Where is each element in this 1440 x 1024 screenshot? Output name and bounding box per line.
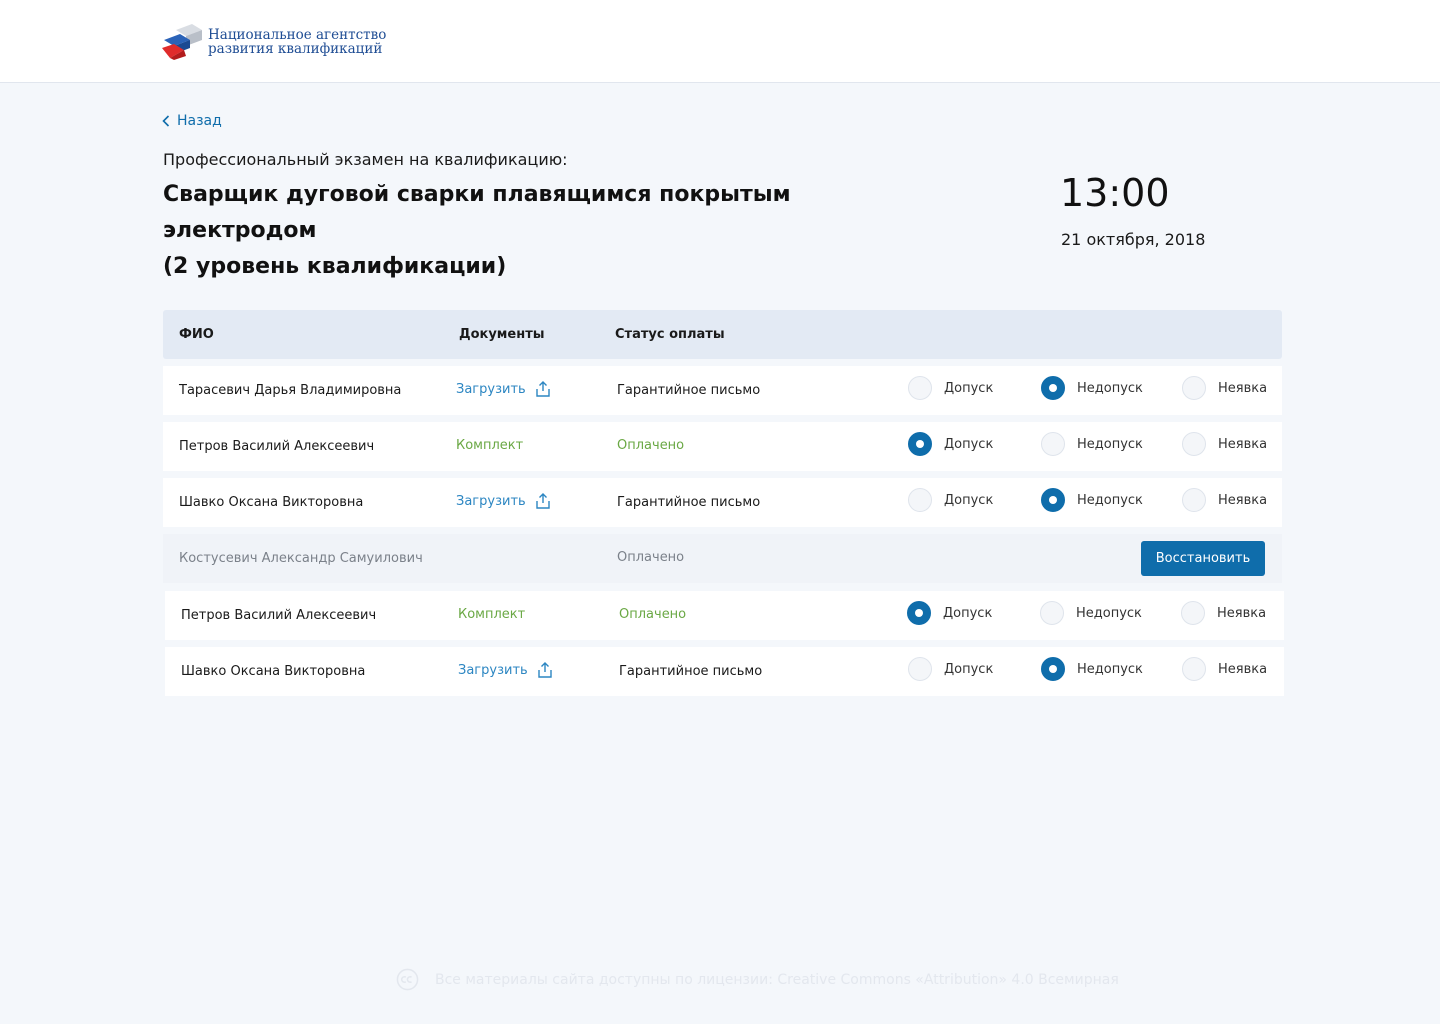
upload-icon [537, 662, 552, 678]
radio-circle [908, 488, 932, 512]
radio-deny[interactable]: Недопуск [1040, 601, 1142, 625]
radio-label: Недопуск [1077, 436, 1143, 452]
logo-line-2: развития квалификаций [208, 41, 383, 57]
upload-icon [535, 381, 550, 397]
candidate-name: Петров Василий Алексеевич [181, 608, 377, 623]
radio-circle [907, 601, 931, 625]
radio-label: Допуск [944, 436, 994, 452]
payment-status: Гарантийное письмо [617, 383, 761, 398]
exam-time: 13:00 [1060, 171, 1170, 215]
radio-circle [1182, 376, 1206, 400]
upload-documents-link[interactable]: Загрузить [458, 662, 552, 678]
radio-circle [908, 657, 932, 681]
table-row: Петров Василий Алексеевич Комплект Оплач… [165, 591, 1284, 640]
license-text: Все материалы сайта доступны по лицензии… [435, 971, 1119, 988]
top-bar: Национальное агентство развития квалифик… [0, 0, 1440, 83]
radio-label: Допуск [944, 380, 994, 396]
upload-documents-link[interactable]: Загрузить [456, 493, 550, 509]
radio-circle [1041, 488, 1065, 512]
creative-commons-icon [396, 968, 419, 991]
radio-deny[interactable]: Недопуск [1041, 488, 1143, 512]
payment-status: Оплачено [617, 550, 685, 565]
exam-title-line-1: Сварщик дуговой сварки плавящимся покрыт… [163, 182, 791, 243]
logo[interactable]: Национальное агентство развития квалифик… [162, 24, 386, 60]
upload-label: Загрузить [456, 493, 526, 509]
back-link[interactable]: Назад [162, 113, 222, 129]
column-header-payment: Статус оплаты [615, 327, 725, 342]
radio-admit[interactable]: Допуск [908, 376, 993, 400]
radio-admit[interactable]: Допуск [908, 488, 993, 512]
radio-label: Допуск [944, 492, 994, 508]
table-header: ФИО Документы Статус оплаты [163, 310, 1282, 359]
exam-subtitle: Профессиональный экзамен на квалификацию… [163, 150, 568, 169]
restore-button[interactable]: Восстановить [1141, 541, 1265, 576]
back-label: Назад [177, 113, 222, 129]
radio-deny[interactable]: Недопуск [1041, 376, 1143, 400]
radio-label: Недопуск [1077, 492, 1143, 508]
radio-admit[interactable]: Допуск [908, 657, 993, 681]
payment-status: Гарантийное письмо [619, 664, 763, 679]
radio-deny[interactable]: Недопуск [1041, 657, 1143, 681]
column-header-documents: Документы [459, 327, 545, 342]
candidate-name: Петров Василий Алексеевич [179, 439, 375, 454]
radio-label: Неявка [1218, 492, 1268, 508]
radio-admit[interactable]: Допуск [908, 432, 993, 456]
radio-circle [1041, 657, 1065, 681]
radio-circle [908, 432, 932, 456]
radio-absent[interactable]: Неявка [1182, 376, 1267, 400]
radio-absent[interactable]: Неявка [1182, 657, 1267, 681]
candidate-name: Шавко Оксана Викторовна [181, 664, 366, 679]
radio-deny[interactable]: Недопуск [1041, 432, 1143, 456]
upload-documents-link[interactable]: Загрузить [456, 381, 550, 397]
radio-absent[interactable]: Неявка [1182, 488, 1267, 512]
exam-title: Сварщик дуговой сварки плавящимся покрыт… [163, 177, 923, 285]
candidate-name: Костусевич Александр Самуилович [179, 551, 423, 566]
radio-absent[interactable]: Неявка [1181, 601, 1266, 625]
documents-status: Комплект [458, 607, 526, 622]
radio-circle [1041, 376, 1065, 400]
payment-status: Оплачено [619, 607, 687, 622]
radio-label: Допуск [943, 605, 993, 621]
upload-label: Загрузить [458, 662, 528, 678]
exam-date: 21 октября, 2018 [1061, 230, 1206, 249]
radio-label: Неявка [1217, 605, 1267, 621]
table-row: Тарасевич Дарья Владимировна Загрузить Г… [163, 366, 1282, 415]
table-row: Петров Василий Алексеевич Комплект Оплач… [163, 422, 1282, 471]
table-row: Шавко Оксана Викторовна Загрузить Гарант… [163, 478, 1282, 527]
radio-circle [1182, 488, 1206, 512]
candidate-name: Тарасевич Дарья Владимировна [179, 383, 402, 398]
footer-license: Все материалы сайта доступны по лицензии… [396, 968, 1119, 991]
logo-text: Национальное агентство развития квалифик… [208, 28, 386, 56]
radio-circle [908, 376, 932, 400]
logo-line-1: Национальное агентство [208, 27, 387, 43]
logo-icon [162, 24, 202, 60]
radio-label: Допуск [944, 661, 994, 677]
radio-label: Неявка [1218, 380, 1268, 396]
radio-circle [1181, 601, 1205, 625]
radio-label: Неявка [1218, 436, 1268, 452]
column-header-name: ФИО [179, 327, 214, 342]
radio-circle [1040, 601, 1064, 625]
radio-circle [1182, 657, 1206, 681]
chevron-left-icon [162, 115, 170, 127]
payment-status: Гарантийное письмо [617, 495, 761, 510]
exam-title-line-2: (2 уровень квалификации) [163, 254, 507, 279]
radio-label: Недопуск [1077, 380, 1143, 396]
candidate-name: Шавко Оксана Викторовна [179, 495, 364, 510]
documents-status: Комплект [456, 438, 524, 453]
radio-absent[interactable]: Неявка [1182, 432, 1267, 456]
radio-circle [1182, 432, 1206, 456]
radio-label: Недопуск [1077, 661, 1143, 677]
table-row: Шавко Оксана Викторовна Загрузить Гарант… [165, 647, 1284, 696]
radio-circle [1041, 432, 1065, 456]
table-row-removed: Костусевич Александр Самуилович Оплачено… [163, 534, 1282, 583]
upload-icon [535, 493, 550, 509]
radio-admit[interactable]: Допуск [907, 601, 992, 625]
radio-label: Недопуск [1076, 605, 1142, 621]
radio-label: Неявка [1218, 661, 1268, 677]
upload-label: Загрузить [456, 381, 526, 397]
payment-status: Оплачено [617, 438, 685, 453]
